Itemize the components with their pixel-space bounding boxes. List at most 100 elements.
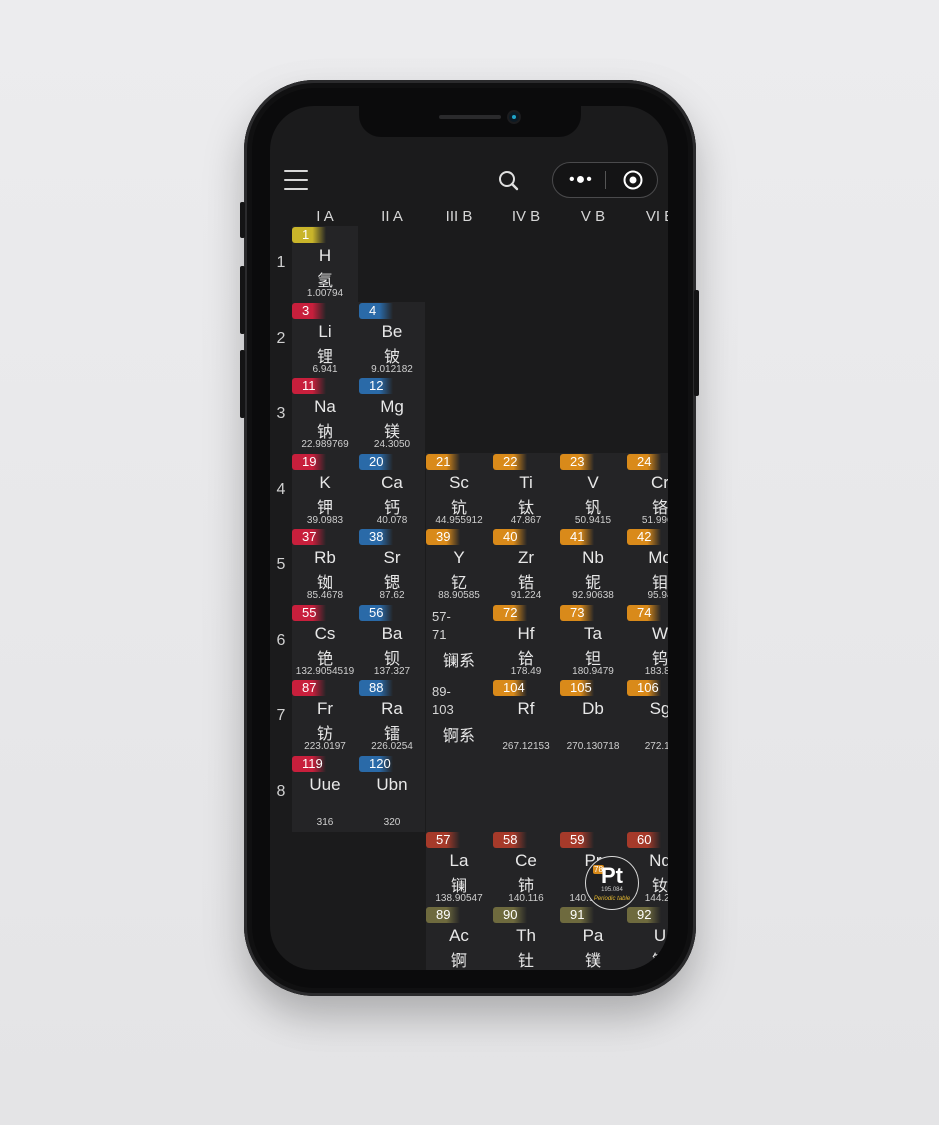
element-cell[interactable]: 41 Nb 铌 92.90638 — [560, 528, 626, 603]
atomic-number-badge: 39 — [426, 529, 460, 545]
atomic-number-badge: 24 — [627, 454, 661, 470]
series-label: 镧系 — [442, 653, 475, 670]
element-symbol: Mo — [648, 548, 668, 567]
atomic-number-badge: 3 — [292, 303, 326, 319]
element-cell[interactable]: 1 H 氢 1.00794 — [292, 226, 358, 301]
series-range: 57- 71 — [432, 609, 451, 642]
element-cell[interactable]: 73 Ta 钽 180.9479 — [560, 604, 626, 679]
element-cell[interactable]: 40 Zr 锆 91.224 — [493, 528, 559, 603]
element-cell[interactable]: 105 Db 270.130718 — [560, 679, 626, 754]
element-cell[interactable]: 12 Mg 镁 24.3050 — [359, 377, 425, 452]
atomic-number-badge: 106 — [627, 680, 661, 696]
series-placeholder-cell[interactable]: 57- 71 镧系 — [426, 604, 492, 679]
element-cell[interactable]: 72 Hf 铪 178.49 — [493, 604, 559, 679]
atomic-weight: 51.9961 — [641, 515, 668, 526]
element-cell[interactable]: 88 Ra 镭 226.0254 — [359, 679, 425, 754]
more-options-button[interactable]: •●• — [569, 172, 593, 188]
element-cell[interactable]: 56 Ba 钡 137.327 — [359, 604, 425, 679]
period-header: 4 — [276, 481, 286, 498]
atomic-weight: 44.955912 — [435, 515, 483, 526]
element-cell[interactable]: 104 Rf 267.12153 — [493, 679, 559, 754]
period-header: 1 — [276, 254, 286, 271]
search-icon[interactable] — [498, 170, 520, 192]
volume-down-button — [240, 350, 245, 418]
period-header: 6 — [276, 632, 286, 649]
element-symbol: Uue — [309, 775, 341, 794]
element-cell[interactable]: 55 Cs 铯 132.9054519 — [292, 604, 358, 679]
atomic-number-badge: 40 — [493, 529, 527, 545]
atomic-weight: 316 — [316, 817, 334, 828]
period-header: 2 — [276, 330, 286, 347]
element-chinese-name: 钍 — [517, 953, 534, 970]
atomic-number-badge: 1 — [292, 227, 326, 243]
atomic-number-badge: 59 — [560, 832, 594, 848]
app-screen: •●• I AII AIII BIV BV BVI B123456781H氢1.… — [270, 106, 668, 970]
target-circle-icon[interactable] — [623, 170, 643, 190]
element-cell[interactable]: 3 Li 锂 6.941 — [292, 302, 358, 377]
floating-element-button[interactable]: 78 Pt 195.084 Periodic table — [585, 856, 639, 910]
element-cell[interactable]: 92 U 铀 — [627, 906, 668, 970]
element-cell[interactable]: 23 V 钒 50.9415 — [560, 453, 626, 528]
atomic-weight: 47.867 — [510, 515, 542, 526]
element-cell[interactable]: 87 Fr 钫 223.0197 — [292, 679, 358, 754]
element-cell[interactable]: 37 Rb 铷 85.4678 — [292, 528, 358, 603]
element-chinese-name: 锕 — [450, 953, 467, 970]
element-cell[interactable]: 21 Sc 钪 44.955912 — [426, 453, 492, 528]
element-symbol: Rb — [314, 548, 336, 567]
atomic-number-badge: 119 — [292, 756, 326, 772]
element-symbol: Ac — [449, 926, 469, 945]
series-placeholder-cell[interactable]: 89- 103 锕系 — [426, 679, 492, 754]
element-symbol: Rf — [517, 699, 535, 718]
element-cell[interactable]: 42Mo钼95.94 — [627, 528, 668, 603]
element-cell[interactable]: 90 Th 钍 — [493, 906, 559, 970]
element-symbol: Na — [314, 397, 336, 416]
atomic-weight: 140.116 — [508, 893, 544, 904]
element-symbol: Cs — [314, 624, 336, 643]
volume-up-button — [240, 266, 245, 334]
element-symbol: Zr — [517, 548, 535, 567]
element-cell[interactable]: 4 Be 铍 9.012182 — [359, 302, 425, 377]
atomic-weight: 138.90547 — [435, 893, 483, 904]
element-cell[interactable]: 20 Ca 钙 40.078 — [359, 453, 425, 528]
element-cell[interactable]: 119 Uue 316 — [292, 755, 358, 830]
element-symbol: Ta — [584, 624, 602, 643]
atomic-number-badge: 87 — [292, 680, 326, 696]
atomic-weight: 267.12153 — [502, 741, 550, 752]
element-cell[interactable]: 24Cr铬51.9961 — [627, 453, 668, 528]
element-cell[interactable]: 120 Ubn 320 — [359, 755, 425, 830]
element-symbol: Ra — [381, 699, 403, 718]
group-header: IV B — [511, 208, 541, 225]
element-cell[interactable]: 22 Ti 钛 47.867 — [493, 453, 559, 528]
power-button — [694, 290, 699, 396]
element-symbol: Fr — [316, 699, 334, 718]
element-cell[interactable]: 89 Ac 锕 — [426, 906, 492, 970]
atomic-number-badge: 58 — [493, 832, 527, 848]
atomic-weight: 88.90585 — [438, 590, 480, 601]
element-symbol: Ca — [381, 473, 403, 492]
element-cell[interactable]: 58 Ce 铈 140.116 — [493, 831, 559, 906]
element-symbol: V — [587, 473, 599, 492]
element-symbol: K — [319, 473, 331, 492]
element-cell[interactable]: 91 Pa 镤 — [560, 906, 626, 970]
element-cell[interactable]: 39 Y 钇 88.90585 — [426, 528, 492, 603]
element-cell[interactable]: 57 La 镧 138.90547 — [426, 831, 492, 906]
group-header: VI B — [645, 208, 668, 225]
atomic-number-badge: 73 — [560, 605, 594, 621]
element-symbol: Y — [453, 548, 465, 567]
element-cell[interactable]: 11 Na 钠 22.989769 — [292, 377, 358, 452]
atomic-number-badge: 88 — [359, 680, 393, 696]
element-symbol: Mg — [380, 397, 404, 416]
hamburger-menu-icon[interactable] — [284, 170, 308, 190]
period-header: 3 — [276, 405, 286, 422]
atomic-weight: 92.90638 — [572, 590, 614, 601]
element-cell[interactable]: 19 K 钾 39.0983 — [292, 453, 358, 528]
element-cell[interactable]: 74W钨183.84 — [627, 604, 668, 679]
element-symbol: Hf — [517, 624, 535, 643]
atomic-weight: 50.9415 — [574, 515, 612, 526]
element-cell[interactable]: 38 Sr 锶 87.62 — [359, 528, 425, 603]
atomic-weight: 91.224 — [510, 590, 542, 601]
capsule-divider — [605, 171, 606, 189]
element-symbol: Ubn — [376, 775, 408, 794]
element-cell[interactable]: 106 Sg 272.13 — [627, 679, 668, 754]
atomic-weight: 95.94 — [647, 590, 668, 601]
